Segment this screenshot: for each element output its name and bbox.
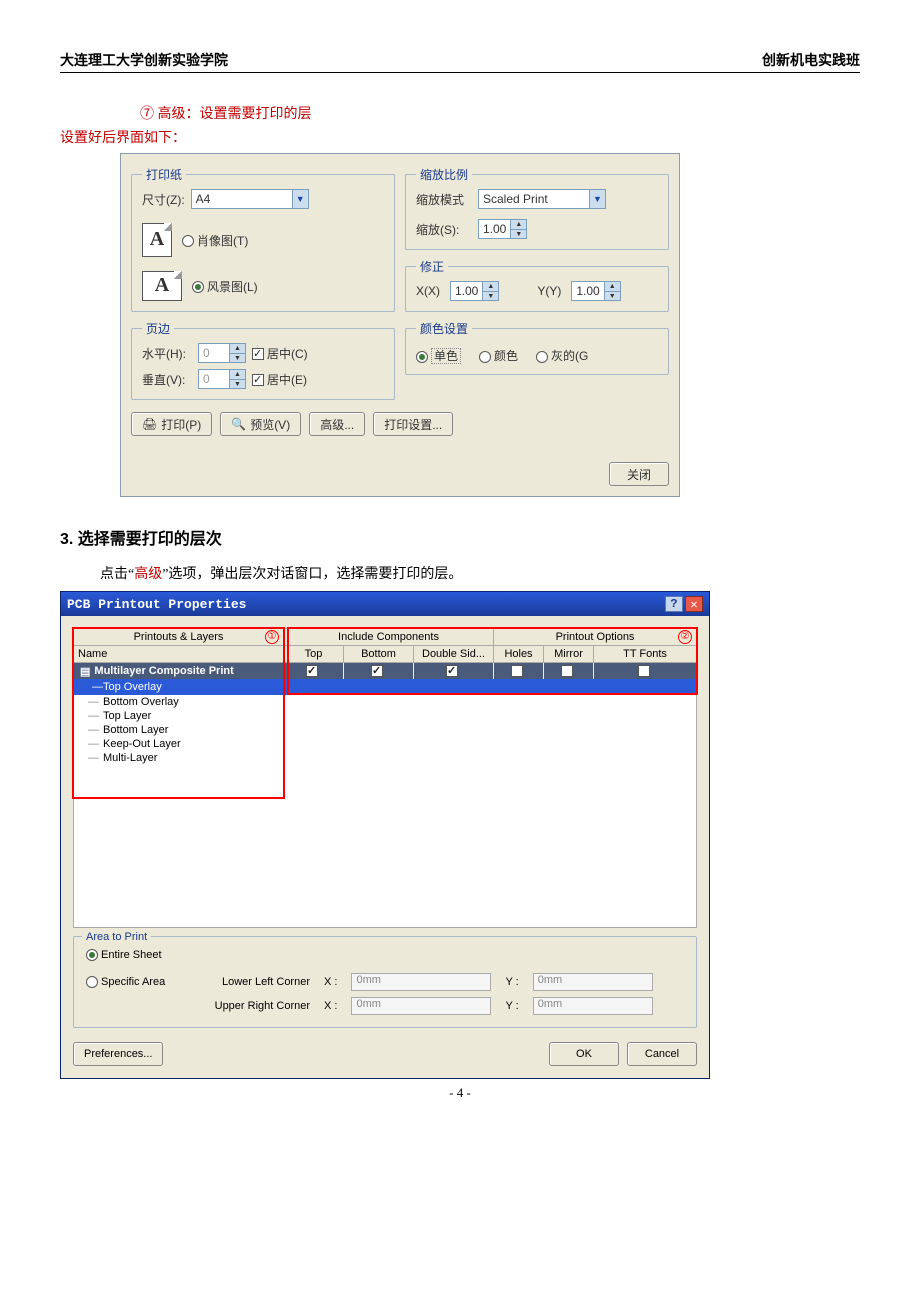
section-3-title: 3. 选择需要打印的层次	[60, 525, 860, 549]
pcb-printout-dialog: PCB Printout Properties ? ✕ Printouts & …	[60, 591, 710, 1079]
center-h-check[interactable]: 居中(C)	[252, 345, 308, 362]
llc-x-input[interactable]: 0mm	[351, 973, 491, 991]
page-number: - 4 -	[60, 1085, 860, 1101]
margin-group: 页边 水平(H): 0▲▼ 居中(C) 垂直(V): 0▲▼ 居中(E)	[131, 320, 395, 400]
dialog-title: PCB Printout Properties	[67, 597, 246, 612]
paper-legend: 打印纸	[142, 166, 186, 183]
scale-value-label: 缩放(S):	[416, 221, 472, 238]
margin-h-spin[interactable]: 0▲▼	[198, 343, 246, 363]
landscape-radio[interactable]: 风景图(L)	[192, 278, 258, 295]
landscape-icon: A	[142, 271, 182, 301]
advanced-button[interactable]: 高级...	[309, 412, 365, 436]
urc-label: Upper Right Corner	[200, 1000, 310, 1012]
preview-button[interactable]: 🔍预览(V)	[220, 412, 301, 436]
scale-group: 缩放比例 缩放模式 Scaled Print▼ 缩放(S): 1.00▲▼	[405, 166, 669, 250]
llc-label: Lower Left Corner	[200, 976, 310, 988]
magnifier-icon: 🔍	[231, 417, 246, 431]
size-combo[interactable]: A4 ▼	[191, 189, 309, 209]
corr-y-spin[interactable]: 1.00▲▼	[571, 281, 620, 301]
corr-x-label: X(X)	[416, 284, 440, 298]
mono-radio[interactable]: 单色	[416, 347, 461, 364]
area-legend: Area to Print	[82, 931, 151, 943]
margin-h-label: 水平(H):	[142, 345, 192, 362]
scale-mode-combo[interactable]: Scaled Print▼	[478, 189, 606, 209]
margin-v-spin[interactable]: 0▲▼	[198, 369, 246, 389]
gray-radio[interactable]: 灰的(G	[536, 347, 588, 364]
color-radio[interactable]: 颜色	[479, 347, 518, 364]
color-group: 颜色设置 单色 颜色 灰的(G	[405, 320, 669, 375]
ok-button[interactable]: OK	[549, 1042, 619, 1066]
entire-sheet-radio[interactable]: Entire Sheet	[86, 949, 162, 961]
urc-y-input[interactable]: 0mm	[533, 997, 653, 1015]
preferences-button[interactable]: Preferences...	[73, 1042, 163, 1066]
scale-mode-label: 缩放模式	[416, 191, 472, 208]
circled-7: ⑦	[140, 107, 154, 122]
close-icon[interactable]: ✕	[685, 596, 703, 612]
margin-legend: 页边	[142, 320, 174, 337]
portrait-radio[interactable]: 肖像图(T)	[182, 232, 248, 249]
center-v-check[interactable]: 居中(E)	[252, 371, 307, 388]
page-header: 大连理工大学创新实验学院 创新机电实践班	[60, 50, 860, 73]
print-settings-dialog: 打印纸 尺寸(Z): A4 ▼ A 肖像图(T) A 风景图(	[120, 153, 680, 497]
close-button[interactable]: 关闭	[609, 462, 669, 486]
size-label: 尺寸(Z):	[142, 191, 185, 208]
caption-after: 设置好后界面如下：	[60, 127, 860, 147]
paper-group: 打印纸 尺寸(Z): A4 ▼ A 肖像图(T) A 风景图(	[131, 166, 395, 312]
corr-y-label: Y(Y)	[537, 284, 561, 298]
corr-x-spin[interactable]: 1.00▲▼	[450, 281, 499, 301]
specific-area-radio[interactable]: Specific Area	[86, 976, 186, 988]
annotation-box-1	[72, 627, 285, 799]
llc-y-input[interactable]: 0mm	[533, 973, 653, 991]
section-3-para: 点击“高级”选项，弹出层次对话窗口，选择需要打印的层。	[100, 563, 860, 583]
chevron-down-icon: ▼	[292, 190, 308, 208]
dialog-titlebar: PCB Printout Properties ? ✕	[61, 592, 709, 616]
portrait-icon: A	[142, 223, 172, 257]
color-legend: 颜色设置	[416, 320, 472, 337]
correction-legend: 修正	[416, 258, 448, 275]
scale-legend: 缩放比例	[416, 166, 472, 183]
chevron-down-icon: ▼	[589, 190, 605, 208]
print-button[interactable]: 🖨打印(P)	[131, 412, 212, 436]
step-7-text: 高级：设置需要打印的层	[158, 107, 312, 122]
header-left: 大连理工大学创新实验学院	[60, 50, 228, 70]
printer-icon: 🖨	[142, 417, 157, 431]
print-setup-button[interactable]: 打印设置...	[373, 412, 453, 436]
correction-group: 修正 X(X) 1.00▲▼ Y(Y) 1.00▲▼	[405, 258, 669, 312]
printouts-table: Printouts & Layers ① Include Components …	[73, 628, 697, 928]
margin-v-label: 垂直(V):	[142, 371, 192, 388]
area-to-print-group: Area to Print Entire Sheet Specific Area…	[73, 936, 697, 1028]
step-7-line: ⑦ 高级：设置需要打印的层	[140, 103, 860, 123]
size-value: A4	[192, 192, 292, 206]
cancel-button[interactable]: Cancel	[627, 1042, 697, 1066]
annotation-box-2	[287, 627, 698, 695]
help-icon[interactable]: ?	[665, 596, 683, 612]
urc-x-input[interactable]: 0mm	[351, 997, 491, 1015]
scale-spin[interactable]: 1.00▲▼	[478, 219, 527, 239]
header-right: 创新机电实践班	[762, 50, 860, 70]
